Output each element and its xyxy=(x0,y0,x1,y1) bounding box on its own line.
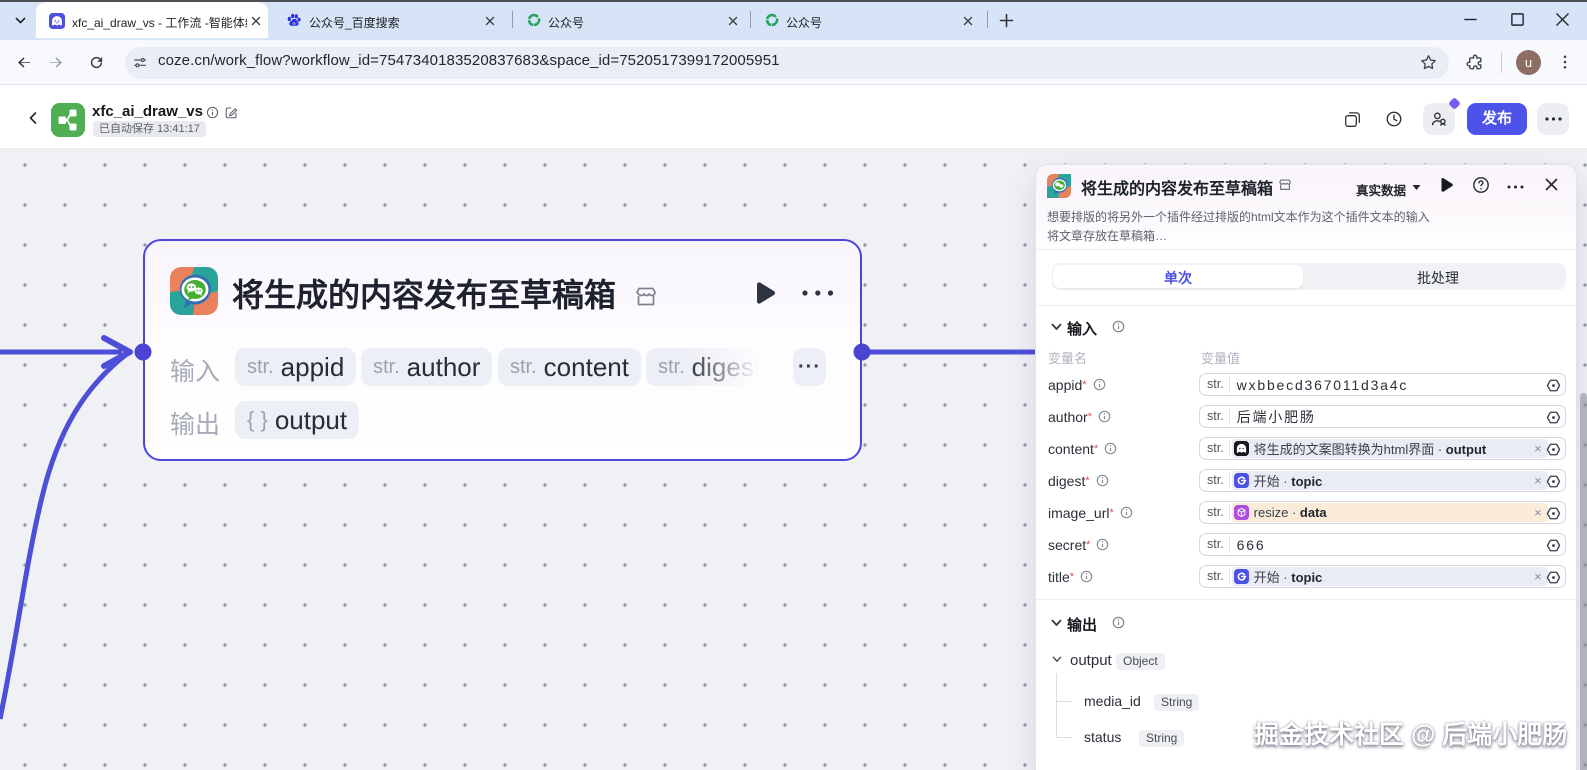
svg-text:du: du xyxy=(292,22,296,26)
